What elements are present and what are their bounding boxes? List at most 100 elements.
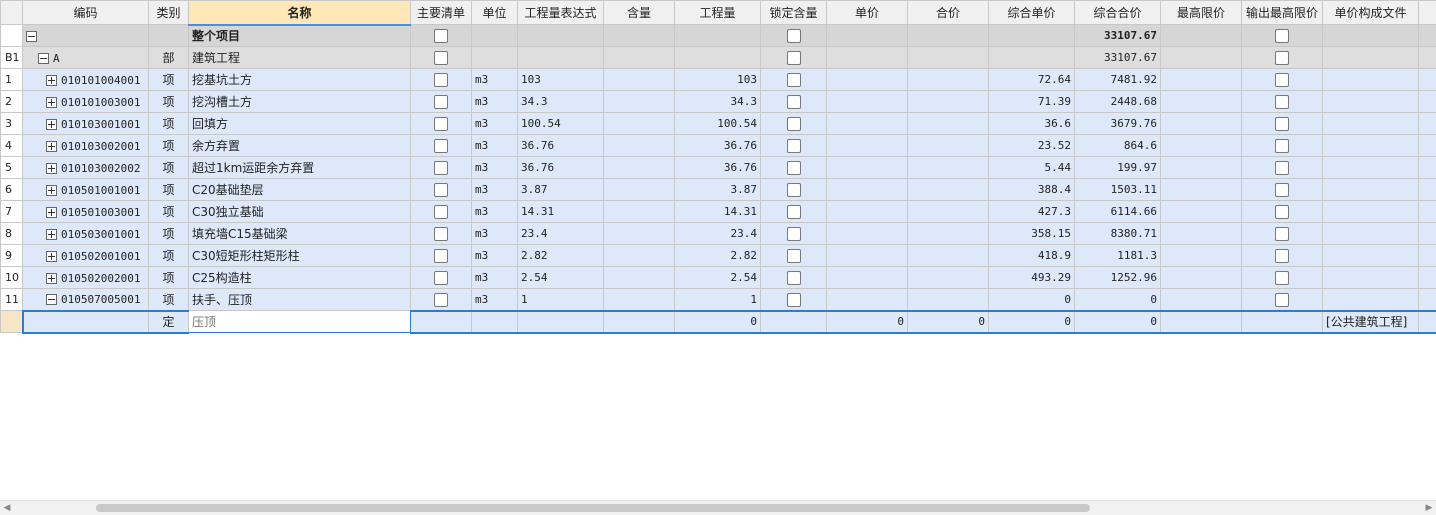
price-file-cell[interactable] — [1323, 91, 1419, 113]
price-file-cell[interactable] — [1323, 179, 1419, 201]
output-max-checkbox[interactable] — [1275, 117, 1289, 131]
max-price-cell[interactable] — [1161, 289, 1242, 311]
list-item-row[interactable]: 8010503001001项填充墙C15基础梁m323.423.4358.158… — [1, 223, 1436, 245]
unit-price-cell[interactable] — [827, 179, 908, 201]
unit-price-cell[interactable] — [827, 69, 908, 91]
content-cell[interactable] — [604, 201, 675, 223]
price-file-cell[interactable] — [1323, 245, 1419, 267]
name-cell[interactable]: 挖基坑土方 — [189, 69, 411, 91]
output-max-checkbox[interactable] — [1275, 139, 1289, 153]
unit-cell[interactable]: m3 — [472, 69, 518, 91]
max-price-cell[interactable] — [1161, 201, 1242, 223]
combined-unit-price-cell[interactable]: 0 — [989, 311, 1075, 333]
list-item-row[interactable]: 7010501003001项C30独立基础m314.3114.31427.361… — [1, 201, 1436, 223]
header-unit[interactable]: 单位 — [472, 1, 518, 25]
list-item-row[interactable]: 4010103002001项余方弃置m336.7636.7623.52864.6 — [1, 135, 1436, 157]
header-max-price[interactable]: 最高限价 — [1161, 1, 1242, 25]
code-cell[interactable]: 010101003001 — [23, 91, 149, 113]
max-price-cell[interactable] — [1161, 69, 1242, 91]
main-list-checkbox[interactable] — [434, 183, 448, 197]
price-file-cell[interactable] — [1323, 289, 1419, 311]
output-max-cell[interactable] — [1242, 311, 1323, 333]
main-list-checkbox[interactable] — [434, 73, 448, 87]
main-list-checkbox[interactable] — [434, 139, 448, 153]
qty-expression-cell[interactable]: 2.82 — [518, 245, 604, 267]
main-list-checkbox[interactable] — [434, 227, 448, 241]
list-item-row[interactable]: 1010101004001项挖基坑土方m310310372.647481.92 — [1, 69, 1436, 91]
unit-cell[interactable]: m3 — [472, 179, 518, 201]
output-max-checkbox[interactable] — [1275, 227, 1289, 241]
quantity-cell[interactable]: 36.76 — [675, 157, 761, 179]
list-item-row[interactable]: 5010103002002项超过1km运距余方弃置m336.7636.765.4… — [1, 157, 1436, 179]
lock-content-checkbox[interactable] — [787, 95, 801, 109]
main-list-cell[interactable] — [411, 311, 472, 333]
lock-content-checkbox[interactable] — [787, 249, 801, 263]
name-cell[interactable]: C20基础垫层 — [189, 179, 411, 201]
lock-content-checkbox[interactable] — [787, 51, 801, 65]
expand-icon[interactable] — [46, 97, 57, 108]
content-cell[interactable] — [604, 179, 675, 201]
quantity-cell[interactable]: 1 — [675, 289, 761, 311]
expand-icon[interactable] — [46, 251, 57, 262]
main-list-checkbox[interactable] — [434, 293, 448, 307]
max-price-cell[interactable] — [1161, 113, 1242, 135]
amount-cell[interactable]: 0 — [908, 311, 989, 333]
content-cell[interactable] — [604, 91, 675, 113]
quantity-cell[interactable]: 0 — [675, 311, 761, 333]
content-cell[interactable] — [604, 157, 675, 179]
name-cell[interactable]: 扶手、压顶 — [189, 289, 411, 311]
lock-content-checkbox[interactable] — [787, 271, 801, 285]
max-price-cell[interactable] — [1161, 267, 1242, 289]
output-max-checkbox[interactable] — [1275, 161, 1289, 175]
code-cell[interactable]: 010501003001 — [23, 201, 149, 223]
qty-expression-cell[interactable]: 100.54 — [518, 113, 604, 135]
code-cell[interactable]: 010501001001 — [23, 179, 149, 201]
unit-cell[interactable]: m3 — [472, 289, 518, 311]
header-name[interactable]: 名称 — [189, 1, 411, 25]
header-lock-content[interactable]: 锁定含量 — [761, 1, 827, 25]
header-combined-total[interactable]: 综合合价 — [1075, 1, 1161, 25]
qty-expression-cell[interactable]: 36.76 — [518, 135, 604, 157]
content-cell[interactable] — [604, 135, 675, 157]
list-item-row[interactable]: 11010507005001项扶手、压顶m31100 — [1, 289, 1436, 311]
unit-cell[interactable]: m3 — [472, 245, 518, 267]
unit-price-cell[interactable] — [827, 289, 908, 311]
content-cell[interactable] — [604, 245, 675, 267]
content-cell[interactable] — [604, 289, 675, 311]
max-price-cell[interactable] — [1161, 179, 1242, 201]
lock-cell[interactable] — [761, 311, 827, 333]
quantity-cell[interactable]: 3.87 — [675, 179, 761, 201]
output-max-checkbox[interactable] — [1275, 73, 1289, 87]
name-cell[interactable]: 挖沟槽土方 — [189, 91, 411, 113]
qty-expression-cell[interactable]: 103 — [518, 69, 604, 91]
code-cell[interactable]: 010502001001 — [23, 245, 149, 267]
unit-price-cell[interactable] — [827, 157, 908, 179]
unit-cell[interactable]: m3 — [472, 113, 518, 135]
price-file-cell[interactable] — [1323, 135, 1419, 157]
list-item-row[interactable]: 9010502001001项C30短矩形柱矩形柱m32.822.82418.91… — [1, 245, 1436, 267]
output-max-checkbox[interactable] — [1275, 29, 1289, 43]
header-unit-price[interactable]: 单价 — [827, 1, 908, 25]
max-price-cell[interactable] — [1161, 223, 1242, 245]
code-cell[interactable]: A — [23, 47, 149, 69]
unit-price-cell[interactable] — [827, 135, 908, 157]
horizontal-scrollbar[interactable]: ◀ ▶ — [0, 500, 1436, 515]
name-cell[interactable]: 超过1km运距余方弃置 — [189, 157, 411, 179]
scrollbar-thumb[interactable] — [96, 504, 1090, 512]
collapse-icon[interactable] — [38, 53, 49, 64]
quota-sub-row[interactable]: 定压顶00000[公共建筑工程] — [1, 311, 1436, 333]
unit-price-cell[interactable] — [827, 113, 908, 135]
header-main-list[interactable]: 主要清单 — [411, 1, 472, 25]
qty-expression-cell[interactable]: 36.76 — [518, 157, 604, 179]
expand-icon[interactable] — [46, 163, 57, 174]
quantity-cell[interactable]: 100.54 — [675, 113, 761, 135]
max-price-cell[interactable] — [1161, 91, 1242, 113]
unit-price-cell[interactable] — [827, 223, 908, 245]
scroll-right-icon[interactable]: ▶ — [1424, 503, 1434, 513]
list-item-row[interactable]: 10010502002001项C25构造柱m32.542.54493.29125… — [1, 267, 1436, 289]
code-cell[interactable]: 010502002001 — [23, 267, 149, 289]
header-qty-expression[interactable]: 工程量表达式 — [518, 1, 604, 25]
name-cell[interactable]: C30短矩形柱矩形柱 — [189, 245, 411, 267]
code-cell[interactable]: 010103001001 — [23, 113, 149, 135]
lock-content-checkbox[interactable] — [787, 29, 801, 43]
